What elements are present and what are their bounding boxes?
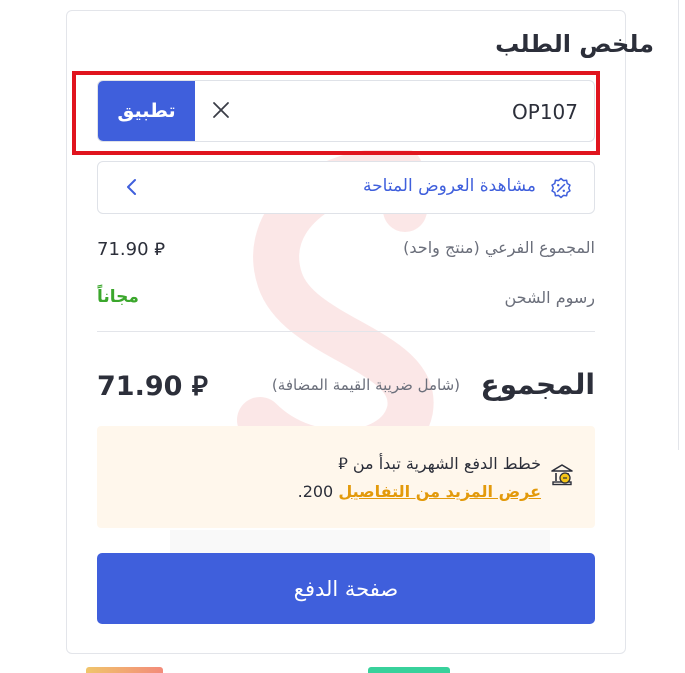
checkout-button[interactable]: صفحة الدفع bbox=[97, 553, 595, 624]
installment-line2: عرض المزيد من التفاصيل 200. bbox=[298, 482, 541, 501]
coupon-field-group: تطبيق bbox=[97, 80, 595, 142]
installment-text: خطط الدفع الشهرية تبدأ من ⃁ bbox=[338, 454, 541, 473]
installment-banner: خطط الدفع الشهرية تبدأ من ⃁ عرض المزيد م… bbox=[97, 426, 595, 528]
bottom-promo-chip bbox=[86, 667, 163, 673]
view-offers-label: مشاهدة العروض المتاحة bbox=[363, 176, 536, 196]
page-title: ملخص الطلب bbox=[495, 30, 654, 58]
installment-bank-icon bbox=[551, 464, 573, 486]
adjacent-panel-edge bbox=[678, 0, 685, 450]
subtotal-label: المجموع الفرعي (منتج واحد) bbox=[403, 238, 595, 257]
discount-badge-icon bbox=[551, 177, 571, 199]
shipping-label: رسوم الشحن bbox=[504, 288, 596, 307]
subtotal-value: 71.90 ⃁ bbox=[97, 239, 165, 260]
total-vat-note: (شامل ضريبة القيمة المضافة) bbox=[271, 376, 460, 394]
shipping-value: مجاناً bbox=[97, 287, 139, 307]
total-value: 71.90 ⃁ bbox=[97, 371, 208, 402]
coupon-input[interactable] bbox=[276, 95, 580, 129]
chevron-left-icon bbox=[127, 179, 136, 195]
installment-amount: 200. bbox=[297, 482, 334, 501]
bottom-promo-chip bbox=[368, 667, 450, 673]
total-label: المجموع bbox=[480, 368, 595, 401]
view-offers-button[interactable]: مشاهدة العروض المتاحة bbox=[97, 161, 595, 214]
installment-details-link[interactable]: عرض المزيد من التفاصيل bbox=[338, 482, 541, 501]
apply-coupon-button[interactable]: تطبيق bbox=[98, 81, 195, 141]
summary-divider bbox=[97, 331, 595, 332]
close-icon[interactable] bbox=[210, 99, 232, 121]
